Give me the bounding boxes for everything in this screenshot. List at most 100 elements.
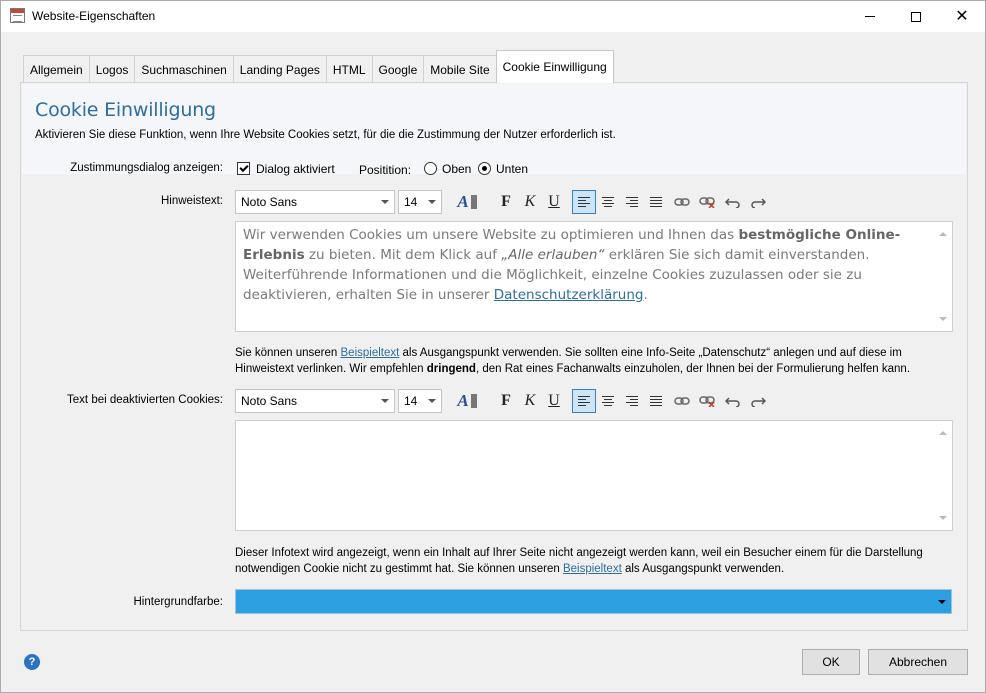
scroll-down-icon — [939, 317, 947, 321]
italic-icon: K — [524, 193, 536, 210]
dialog-enabled-label: Dialog aktiviert — [256, 162, 335, 176]
minimize-icon — [865, 16, 875, 17]
hint-size-select[interactable]: 14 — [398, 190, 442, 214]
redo-button[interactable] — [747, 390, 769, 412]
dialog-window: Website-Eigenschaften ✕ Allgemein Logos … — [0, 0, 986, 693]
scroll-up-icon — [939, 232, 947, 236]
italic-button[interactable]: K — [519, 191, 541, 213]
note-bold: dringend — [426, 363, 476, 375]
title-bar: Website-Eigenschaften ✕ — [1, 1, 985, 32]
align-left-icon — [578, 197, 590, 207]
redo-icon — [751, 397, 766, 407]
hint-text-editor[interactable]: Wir verwenden Cookies um unsere Website … — [235, 221, 953, 332]
position-bottom-radio[interactable] — [478, 162, 491, 175]
tab-google[interactable]: Google — [371, 55, 425, 83]
redo-icon — [751, 198, 766, 208]
link-button[interactable] — [671, 191, 693, 213]
disabled-size-select[interactable]: 14 — [398, 389, 442, 413]
close-icon: ✕ — [955, 7, 969, 25]
underline-icon: U — [548, 392, 560, 409]
dialog-enabled-checkbox[interactable] — [237, 162, 250, 175]
tab-logos[interactable]: Logos — [88, 55, 136, 83]
app-icon — [10, 8, 25, 23]
hint-example-link[interactable]: Beispieltext — [341, 347, 400, 359]
tab-allgemein[interactable]: Allgemein — [23, 55, 90, 83]
hint-text-content: Wir verwenden Cookies um unsere Website … — [243, 225, 930, 305]
chevron-down-icon — [428, 399, 436, 403]
italic-button[interactable]: K — [519, 390, 541, 412]
disabled-font-select[interactable]: Noto Sans — [235, 389, 395, 413]
undo-button[interactable] — [722, 390, 744, 412]
chevron-down-icon — [381, 200, 389, 204]
disabled-size-value: 14 — [404, 394, 418, 408]
hint-note: Sie können unseren Beispieltext als Ausg… — [235, 345, 955, 377]
background-color-select[interactable] — [235, 589, 952, 614]
link-icon — [674, 198, 690, 206]
tab-suchmaschinen[interactable]: Suchmaschinen — [134, 55, 234, 83]
align-justify-button[interactable] — [645, 191, 667, 213]
disabled-text-editor[interactable] — [235, 420, 953, 531]
align-center-button[interactable] — [597, 191, 619, 213]
bold-button[interactable]: F — [495, 390, 517, 412]
font-color-button[interactable]: A — [456, 390, 478, 412]
scroll-down-icon — [939, 516, 947, 520]
close-button[interactable]: ✕ — [939, 1, 985, 32]
chevron-down-icon — [428, 200, 436, 204]
section-heading: Cookie Einwilligung — [35, 99, 216, 121]
privacy-policy-link[interactable]: Datenschutzerklärung — [494, 287, 644, 303]
align-right-button[interactable] — [621, 390, 643, 412]
disabled-example-link[interactable]: Beispieltext — [563, 563, 622, 575]
underline-button[interactable]: U — [543, 191, 565, 213]
position-top-radio[interactable] — [424, 162, 437, 175]
hint-label: Hinweistext: — [161, 195, 223, 207]
align-justify-button[interactable] — [645, 390, 667, 412]
undo-button[interactable] — [722, 191, 744, 213]
note-text: Sie können unseren — [235, 347, 341, 359]
hint-size-value: 14 — [404, 195, 418, 209]
align-right-button[interactable] — [621, 191, 643, 213]
minimize-button[interactable] — [847, 1, 893, 32]
unlink-button[interactable] — [696, 390, 718, 412]
chevron-down-icon — [381, 399, 389, 403]
window-title: Website-Eigenschaften — [32, 9, 156, 23]
tab-landing-pages[interactable]: Landing Pages — [232, 55, 327, 83]
bold-icon: F — [501, 193, 511, 210]
tab-cookie-einwilligung[interactable]: Cookie Einwilligung — [495, 50, 614, 83]
position-bottom-label: Unten — [496, 162, 529, 176]
font-color-button[interactable]: A — [456, 191, 478, 213]
tab-html[interactable]: HTML — [325, 55, 373, 83]
align-left-button[interactable] — [572, 389, 596, 413]
disabled-text-label: Text bei deaktivierten Cookies: — [67, 394, 223, 406]
maximize-icon — [911, 11, 921, 22]
redo-button[interactable] — [747, 191, 769, 213]
align-justify-icon — [650, 396, 662, 406]
align-left-button[interactable] — [572, 190, 596, 214]
tab-mobile-site[interactable]: Mobile Site — [423, 55, 497, 83]
align-left-icon — [578, 396, 590, 406]
ok-button[interactable]: OK — [802, 649, 860, 675]
disabled-note: Dieser Infotext wird angezeigt, wenn ein… — [235, 545, 955, 577]
help-icon[interactable]: ? — [24, 654, 40, 670]
maximize-button[interactable] — [893, 1, 939, 32]
disabled-scrollbar[interactable] — [935, 421, 952, 530]
cancel-button[interactable]: Abbrechen — [868, 649, 968, 675]
unlink-button[interactable] — [696, 191, 718, 213]
unlink-icon — [699, 396, 715, 407]
hint-scrollbar[interactable] — [935, 222, 952, 331]
italic-icon: K — [524, 392, 536, 409]
hint-text-italic: „Alle erlauben“ — [501, 247, 605, 263]
align-center-button[interactable] — [597, 390, 619, 412]
hint-font-select[interactable]: Noto Sans — [235, 190, 395, 214]
underline-icon: U — [548, 193, 560, 210]
hint-text-part: Wir verwenden Cookies um unsere Website … — [243, 227, 739, 243]
font-color-icon: A — [457, 192, 476, 212]
underline-button[interactable]: U — [543, 390, 565, 412]
position-top-label: Oben — [442, 162, 472, 176]
align-center-icon — [602, 197, 614, 207]
bold-button[interactable]: F — [495, 191, 517, 213]
font-color-icon: A — [457, 391, 476, 411]
align-justify-icon — [650, 197, 662, 207]
note-text: , den Rat eines Fachanwalts einzuholen, … — [475, 363, 911, 375]
link-button[interactable] — [671, 390, 693, 412]
tab-bar: Allgemein Logos Suchmaschinen Landing Pa… — [23, 50, 614, 83]
